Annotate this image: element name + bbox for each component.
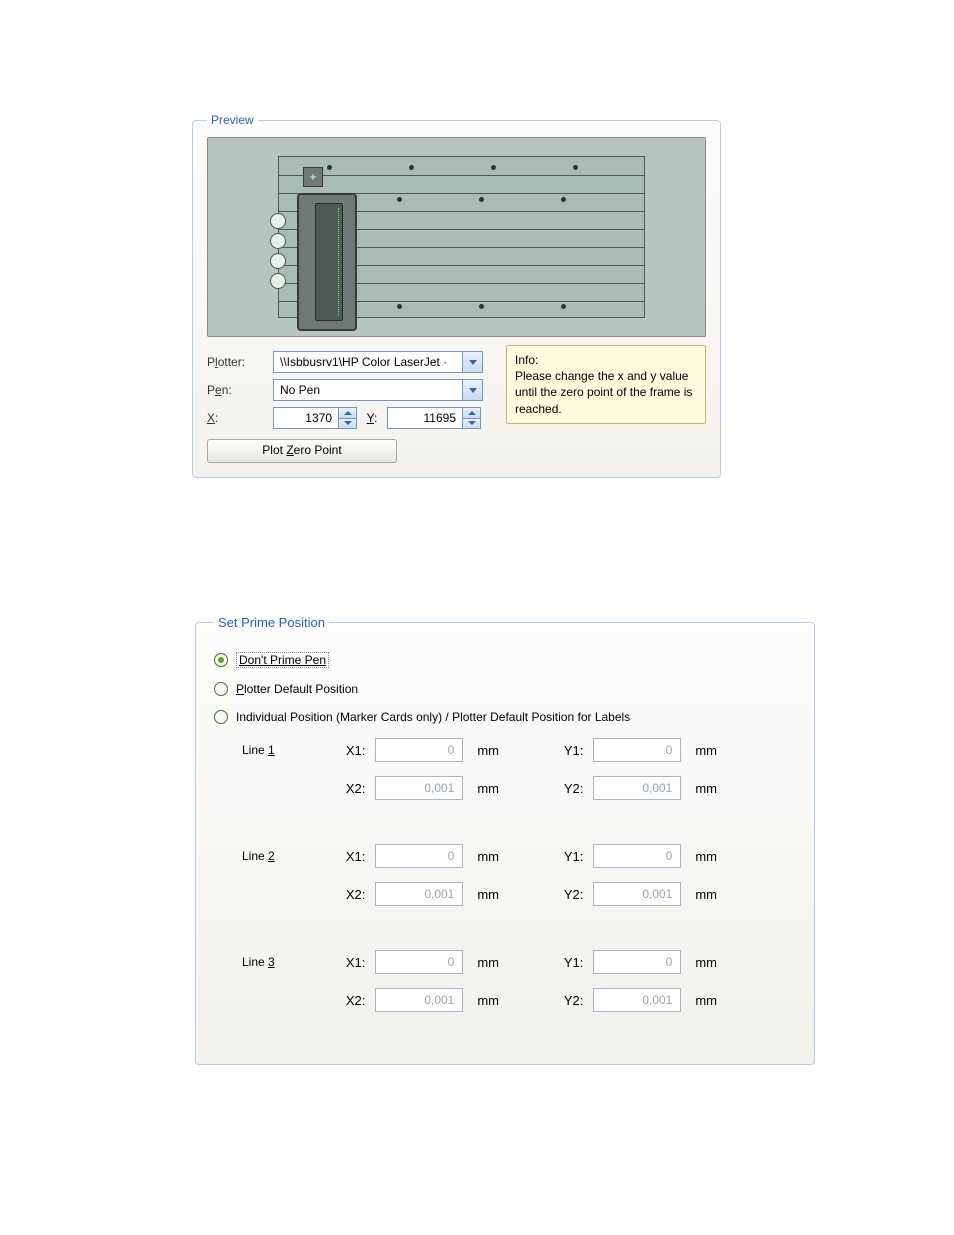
x2-label: X2: <box>335 993 365 1008</box>
y1-input[interactable]: 0 <box>593 844 681 868</box>
radio-plotter-default[interactable]: Plotter Default Position <box>214 682 796 696</box>
x2-input[interactable]: 0,001 <box>375 988 463 1012</box>
plotter-combo[interactable]: \\Isbbusrv1\HP Color LaserJet · <box>273 351 483 373</box>
y1-input[interactable]: 0 <box>593 950 681 974</box>
info-box: Info: Please change the x and y value un… <box>506 345 706 424</box>
unit-label: mm <box>473 993 503 1008</box>
y1-label: Y1: <box>553 743 583 758</box>
x2-label: X2: <box>335 781 365 796</box>
radio-icon[interactable] <box>214 710 228 724</box>
preview-group: Preview + <box>192 113 721 478</box>
y-label: Y: <box>363 411 381 425</box>
y2-label: Y2: <box>553 887 583 902</box>
x1-label: X1: <box>335 743 365 758</box>
y1-input[interactable]: 0 <box>593 738 681 762</box>
unit-label: mm <box>473 849 503 864</box>
unit-label: mm <box>691 781 721 796</box>
radio-label: Individual Position (Marker Cards only) … <box>236 710 630 724</box>
radio-dont-prime-pen[interactable]: Don't Prime Pen <box>214 652 796 668</box>
x-spinner[interactable]: 1370 <box>273 407 357 429</box>
chevron-down-icon[interactable] <box>462 352 482 372</box>
unit-label: mm <box>473 781 503 796</box>
chevron-down-icon[interactable] <box>462 380 482 400</box>
preview-plate: + <box>278 156 645 318</box>
preview-canvas: + <box>207 137 706 337</box>
y1-label: Y1: <box>553 955 583 970</box>
line-label: Line 2 <box>242 844 332 863</box>
radio-label: Don't Prime Pen <box>236 652 329 668</box>
unit-label: mm <box>691 887 721 902</box>
radio-icon[interactable] <box>214 653 228 667</box>
y2-label: Y2: <box>553 993 583 1008</box>
unit-label: mm <box>691 849 721 864</box>
line-label: Line 1 <box>242 738 332 757</box>
info-text: Please change the x and y value until th… <box>515 368 697 417</box>
spinner-up-icon[interactable] <box>339 408 356 419</box>
unit-label: mm <box>473 887 503 902</box>
x-label: X: <box>207 411 267 425</box>
line-row: Line 3 X1: 0 mm Y1: 0 mm X2: 0,001 mm <box>242 950 796 1026</box>
spinner-down-icon[interactable] <box>339 419 356 429</box>
plotter-combo-value: \\Isbbusrv1\HP Color LaserJet · <box>274 352 462 372</box>
x1-input[interactable]: 0 <box>375 844 463 868</box>
y1-label: Y1: <box>553 849 583 864</box>
unit-label: mm <box>473 955 503 970</box>
radio-icon[interactable] <box>214 682 228 696</box>
x-value: 1370 <box>274 408 338 428</box>
prime-position-group: Set Prime Position Don't Prime Pen Plott… <box>195 615 815 1065</box>
y2-input[interactable]: 0,001 <box>593 882 681 906</box>
preview-module: + <box>297 193 357 331</box>
pen-combo-value: No Pen <box>274 380 462 400</box>
x2-input[interactable]: 0,001 <box>375 882 463 906</box>
y-spinner[interactable]: 11695 <box>387 407 481 429</box>
x1-label: X1: <box>335 849 365 864</box>
plot-zero-point-button[interactable]: Plot Zero Point <box>207 439 397 463</box>
pen-label: Pen: <box>207 383 267 397</box>
info-title: Info: <box>515 352 697 368</box>
preview-legend: Preview <box>207 113 258 127</box>
x2-input[interactable]: 0,001 <box>375 776 463 800</box>
unit-label: mm <box>691 993 721 1008</box>
radio-individual-position[interactable]: Individual Position (Marker Cards only) … <box>214 710 796 724</box>
unit-label: mm <box>691 955 721 970</box>
spinner-down-icon[interactable] <box>463 419 480 429</box>
unit-label: mm <box>473 743 503 758</box>
y2-label: Y2: <box>553 781 583 796</box>
y2-input[interactable]: 0,001 <box>593 988 681 1012</box>
plotter-label: Plotter: <box>207 355 267 369</box>
x1-label: X1: <box>335 955 365 970</box>
x1-input[interactable]: 0 <box>375 738 463 762</box>
x2-label: X2: <box>335 887 365 902</box>
y2-input[interactable]: 0,001 <box>593 776 681 800</box>
zero-marker-icon: + <box>303 167 323 187</box>
radio-label: Plotter Default Position <box>236 682 358 696</box>
line-row: Line 2 X1: 0 mm Y1: 0 mm X2: 0,001 mm <box>242 844 796 920</box>
x1-input[interactable]: 0 <box>375 950 463 974</box>
pen-combo[interactable]: No Pen <box>273 379 483 401</box>
prime-legend: Set Prime Position <box>214 615 329 630</box>
unit-label: mm <box>691 743 721 758</box>
line-row: Line 1 X1: 0 mm Y1: 0 mm X2: 0,001 mm <box>242 738 796 814</box>
y-value: 11695 <box>388 408 462 428</box>
spinner-up-icon[interactable] <box>463 408 480 419</box>
line-label: Line 3 <box>242 950 332 969</box>
